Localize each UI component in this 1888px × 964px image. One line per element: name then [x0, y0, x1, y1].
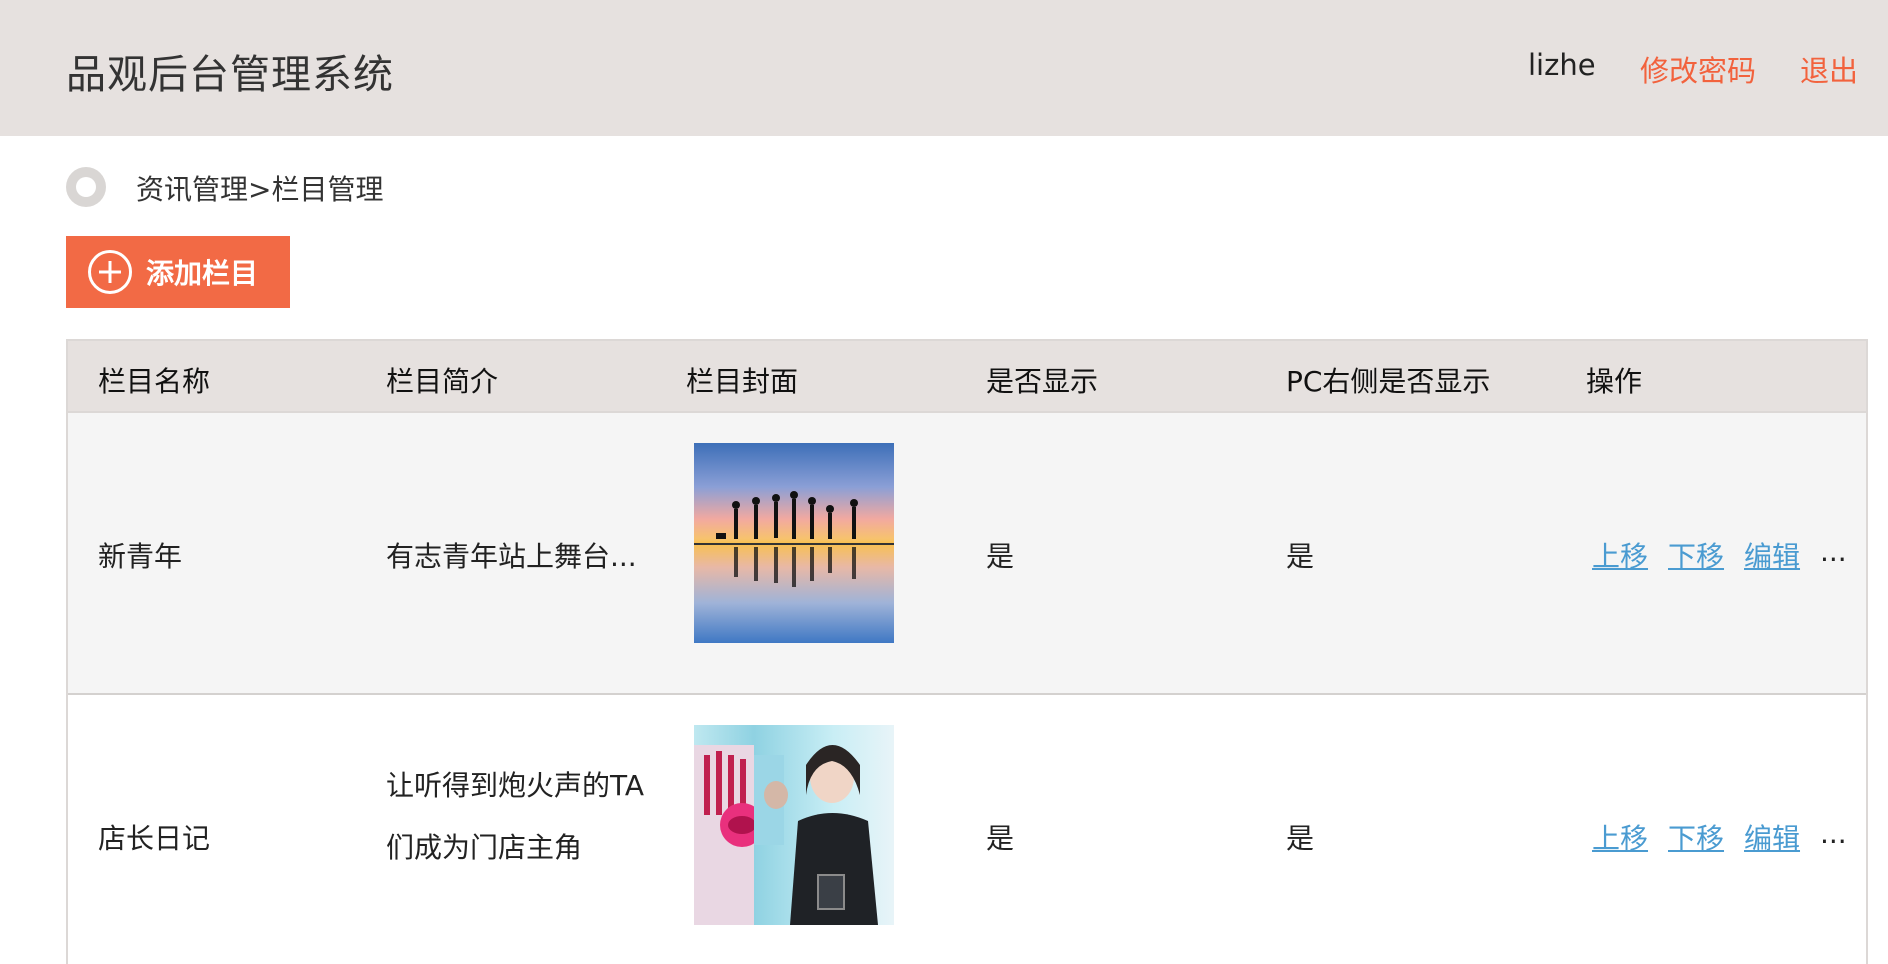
current-user: lizhe — [1528, 48, 1596, 82]
edit-link[interactable]: 编辑 — [1744, 535, 1800, 575]
row-pc-right-show: 是 — [1286, 822, 1315, 855]
column-header-cover: 栏目封面 — [686, 365, 799, 398]
table-header: 栏目名称 栏目简介 栏目封面 是否显示 PC右侧是否显示 操作 — [68, 341, 1866, 413]
more-actions[interactable]: ... — [1820, 817, 1847, 850]
row-intro-line-2: 们成为门店主角 — [386, 831, 583, 864]
more-actions[interactable]: ... — [1820, 535, 1847, 568]
change-password-link[interactable]: 修改密码 — [1640, 48, 1756, 90]
column-header-name: 栏目名称 — [98, 365, 211, 398]
move-up-link[interactable]: 上移 — [1592, 817, 1648, 857]
add-column-label: 添加栏目 — [146, 257, 259, 290]
move-down-link[interactable]: 下移 — [1668, 817, 1724, 857]
row-name: 新青年 — [98, 540, 183, 573]
top-header: 品观后台管理系统 lizhe 修改密码 退出 — [0, 0, 1888, 136]
silhouette-jumping-sunset-image — [694, 443, 894, 643]
edit-link[interactable]: 编辑 — [1744, 817, 1800, 857]
breadcrumb-circle-icon — [66, 167, 106, 207]
table-row: 店长日记 让听得到炮火声的TA 们成为门店主角 是 是 上移 下移 编辑 ... — [68, 695, 1866, 964]
move-up-link[interactable]: 上移 — [1592, 535, 1648, 575]
table-row: 新青年 有志青年站上舞台... 是 是 上移 下移 编辑 ... — [68, 413, 1866, 695]
logout-link[interactable]: 退出 — [1800, 48, 1858, 90]
column-header-pc-right-show: PC右侧是否显示 — [1286, 365, 1491, 398]
breadcrumb: 资讯管理>栏目管理 — [136, 173, 384, 206]
row-intro: 让听得到炮火声的TA 们成为门店主角 — [386, 755, 644, 879]
column-header-actions: 操作 — [1586, 365, 1643, 398]
add-column-button[interactable]: 添加栏目 — [66, 236, 290, 308]
column-header-intro: 栏目简介 — [386, 365, 499, 398]
row-intro: 有志青年站上舞台... — [386, 540, 637, 573]
store-manager-portrait-image — [694, 725, 894, 925]
move-down-link[interactable]: 下移 — [1668, 535, 1724, 575]
column-table: 栏目名称 栏目简介 栏目封面 是否显示 PC右侧是否显示 操作 新青年 有志青年… — [66, 339, 1868, 964]
column-header-show: 是否显示 — [986, 365, 1099, 398]
app-title: 品观后台管理系统 — [66, 52, 394, 98]
row-intro-line-1: 让听得到炮火声的TA — [386, 769, 645, 802]
row-show: 是 — [986, 540, 1015, 573]
plus-circle-icon — [88, 250, 132, 294]
row-pc-right-show: 是 — [1286, 540, 1315, 573]
row-show: 是 — [986, 822, 1015, 855]
row-name: 店长日记 — [98, 822, 211, 855]
